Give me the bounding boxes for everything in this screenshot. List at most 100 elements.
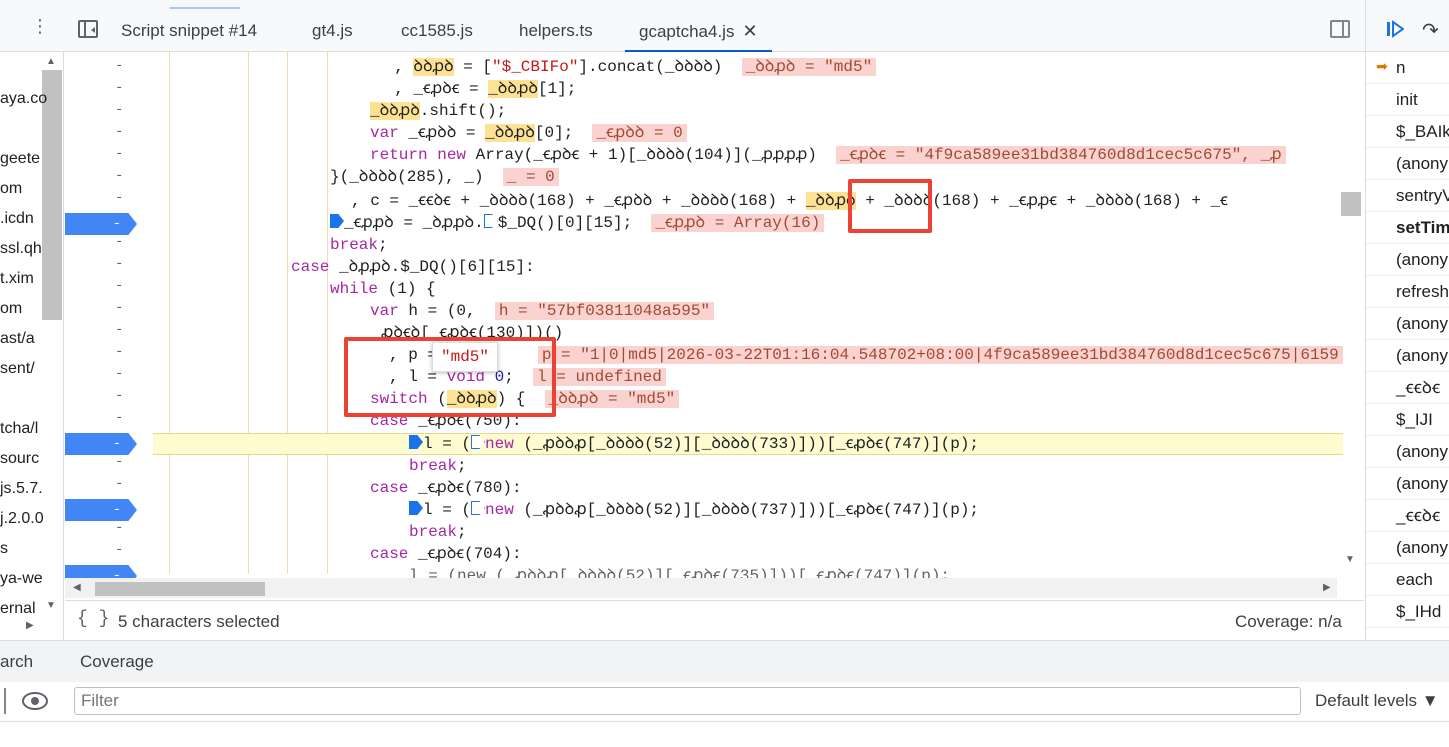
gutter-mark[interactable]: - (115, 300, 131, 322)
gutter-mark[interactable]: - (115, 124, 131, 146)
gutter-mark[interactable]: - (115, 388, 131, 410)
step-marker-icon[interactable] (471, 435, 486, 449)
nav-item[interactable]: icdn. (0, 210, 60, 228)
gutter-mark[interactable]: - (115, 520, 131, 542)
log-levels-dropdown[interactable]: Default levels ▼ (1315, 691, 1439, 711)
nav-item[interactable]: .5.7.js (0, 480, 60, 498)
code-line[interactable]: break; (330, 234, 388, 256)
call-frame[interactable]: _ꞓꞓꝺꞓ (1366, 372, 1449, 404)
call-frame[interactable]: (anony (1366, 532, 1449, 564)
nav-item[interactable]: t.xim (0, 270, 60, 288)
gutter-mark[interactable]: - (115, 80, 131, 102)
nav-item[interactable]: tcha/l (0, 420, 60, 438)
nav-item[interactable]: /sent (0, 360, 60, 378)
scroll-down-icon[interactable]: ▼ (1345, 554, 1355, 565)
step-over-icon[interactable]: ↷ (1422, 18, 1439, 43)
gutter-mark[interactable]: - (115, 366, 131, 388)
toggle-navigator-icon[interactable] (78, 20, 98, 38)
call-frame[interactable]: (anony (1366, 148, 1449, 180)
nav-item[interactable]: aya.co (0, 90, 60, 108)
code-line[interactable]: break; (409, 521, 467, 543)
call-frame[interactable]: (anony (1366, 244, 1449, 276)
pretty-print-icon[interactable]: { } (77, 609, 109, 629)
gutter-mark[interactable]: - (115, 234, 131, 256)
code-line[interactable]: while (1) { (330, 278, 436, 300)
call-frame[interactable]: refresh (1366, 276, 1449, 308)
gutter-mark[interactable]: - (115, 256, 131, 278)
call-frame[interactable]: (anony (1366, 468, 1449, 500)
console-filter-input[interactable] (74, 687, 1301, 715)
tab-search[interactable]: arch (0, 652, 33, 672)
close-tab-icon[interactable]: ✕ (742, 21, 757, 41)
code-line[interactable]: case _ꞓꝓꝺꞓ(704): (370, 543, 522, 565)
gutter-mark[interactable]: - (115, 322, 131, 344)
toggle-debugger-icon[interactable] (1330, 20, 1350, 38)
code-line[interactable]: _ꞓꝓꝓꝺ = _ꝺꝓꝓꝺ. $_DQ()[0][15]; _ꞓꝓꝓꝺ = Arr… (330, 212, 825, 234)
breakpoint-marker[interactable]: - (65, 499, 137, 521)
call-frame[interactable]: each (1366, 564, 1449, 596)
eye-icon[interactable] (22, 692, 48, 710)
gutter-mark[interactable]: - (115, 190, 131, 212)
editor-horizontal-scrollbar[interactable]: ◀ ▶ (65, 578, 1337, 598)
step-marker-icon[interactable] (330, 214, 344, 228)
code-line[interactable]: break; (409, 455, 467, 477)
call-frame[interactable]: sentryV (1366, 180, 1449, 212)
code-line[interactable]: _ꝺꝺꝓꝺ.shift(); (370, 100, 506, 122)
code-line[interactable]: , c = _ꞓꞓꝺꞓ + _ꝺꝺꝺꝺ(168) + _ꞓꝓꝺꝺ + _ꝺꝺꝺꝺ… (351, 190, 1228, 212)
nav-item[interactable]: om (0, 300, 60, 318)
code-line[interactable]: var h = (0, h = "57bf03811048a595" (370, 300, 715, 322)
code-line[interactable]: return new Array(_ꞓꝓꝺꞓ + 1)[_ꝺꝺꝺꝺ(104)](… (370, 144, 1286, 166)
code-line[interactable]: , ꝺꝺꝓꝺ = ["$_CBIFo"].concat(_ꝺꝺꝺꝺ) _ꝺꝺꝓꝺ… (375, 56, 877, 78)
line-gutter[interactable]: - - - - - - - - - - - - - - - - - - - - … (65, 52, 153, 587)
tab-script-snippet[interactable]: Script snippet #14 (121, 0, 257, 52)
nav-item[interactable]: ssl.qh (0, 240, 60, 258)
code-line[interactable]: case _ꝺꝓꝓꝺ.$_DQ()[6][15]: (291, 256, 535, 278)
call-frame[interactable]: $_IHd (1366, 596, 1449, 628)
step-marker-icon[interactable] (483, 214, 498, 228)
scroll-down-icon[interactable]: ▼ (46, 600, 56, 611)
code-editor[interactable]: - - - - - - - - - - - - - - - - - - - - … (65, 52, 1364, 600)
nav-item[interactable]: sourc (0, 450, 60, 468)
gutter-mark[interactable]: - (115, 542, 131, 564)
call-frame[interactable]: _ꞓꞓꝺꞓ (1366, 500, 1449, 532)
call-frame[interactable]: (anony (1366, 308, 1449, 340)
nav-item[interactable]: ya-we (0, 570, 60, 588)
resume-icon[interactable] (1386, 20, 1404, 38)
gutter-mark[interactable]: - (115, 410, 131, 432)
call-frame[interactable]: (anony (1366, 340, 1449, 372)
gutter-mark[interactable]: - (115, 454, 131, 476)
tab-coverage[interactable]: Coverage (80, 652, 154, 672)
gutter-mark[interactable]: - (115, 102, 131, 124)
nav-item[interactable]: geete (0, 150, 60, 168)
scroll-right-icon[interactable]: ▶ (1323, 582, 1331, 593)
nav-item[interactable]: s (0, 540, 60, 558)
breakpoint-marker[interactable]: - (65, 433, 137, 455)
tab-gt4[interactable]: gt4.js (312, 0, 353, 52)
scrollbar-thumb[interactable] (95, 582, 265, 596)
code-line[interactable]: var _ꞓꝓꝺꝺ = _ꝺꝺꝓꝺ[0]; _ꞓꝓꝺꝺ = 0 (370, 122, 687, 144)
gutter-mark[interactable]: - (115, 146, 131, 168)
code-line[interactable]: case _ꞓꝓꝺꞓ(780): (370, 477, 522, 499)
call-frame[interactable]: init (1366, 84, 1449, 116)
gutter-mark[interactable]: - (115, 58, 131, 80)
gutter-mark[interactable]: - (115, 168, 131, 190)
call-frame[interactable]: (anony (1366, 436, 1449, 468)
step-marker-icon[interactable] (409, 501, 423, 515)
tab-helpers[interactable]: helpers.ts (519, 0, 593, 52)
nav-item[interactable]: 2.0.0.j (0, 510, 60, 528)
step-marker-icon[interactable] (471, 501, 486, 515)
scroll-left-icon[interactable]: ◀ (73, 582, 81, 593)
more-options-icon[interactable]: ⋮ (30, 17, 50, 38)
gutter-mark[interactable]: - (115, 476, 131, 498)
code-line[interactable]: }(_ꝺꝺꝺꝺ(285), _) _ = 0 (330, 166, 559, 188)
paused-code-line[interactable]: l = (new (_ꝓꝺꝺꝓ[_ꝺꝺꝺꝺ(52)][_ꝺꝺꝺꝺ(733)]))… (409, 433, 979, 455)
tab-gcaptcha4[interactable]: gcaptcha4.js ✕ (625, 0, 772, 52)
scroll-right-icon[interactable]: ▶ (26, 620, 34, 631)
breakpoint-marker[interactable]: - (65, 213, 137, 235)
call-frame[interactable]: n (1366, 52, 1449, 84)
nav-item[interactable]: ast/a (0, 330, 60, 348)
scroll-up-icon[interactable]: ▲ (46, 56, 56, 67)
tab-cc1585[interactable]: cc1585.js (401, 0, 473, 52)
gutter-mark[interactable]: - (115, 344, 131, 366)
call-frame[interactable]: $_BAIk (1366, 116, 1449, 148)
